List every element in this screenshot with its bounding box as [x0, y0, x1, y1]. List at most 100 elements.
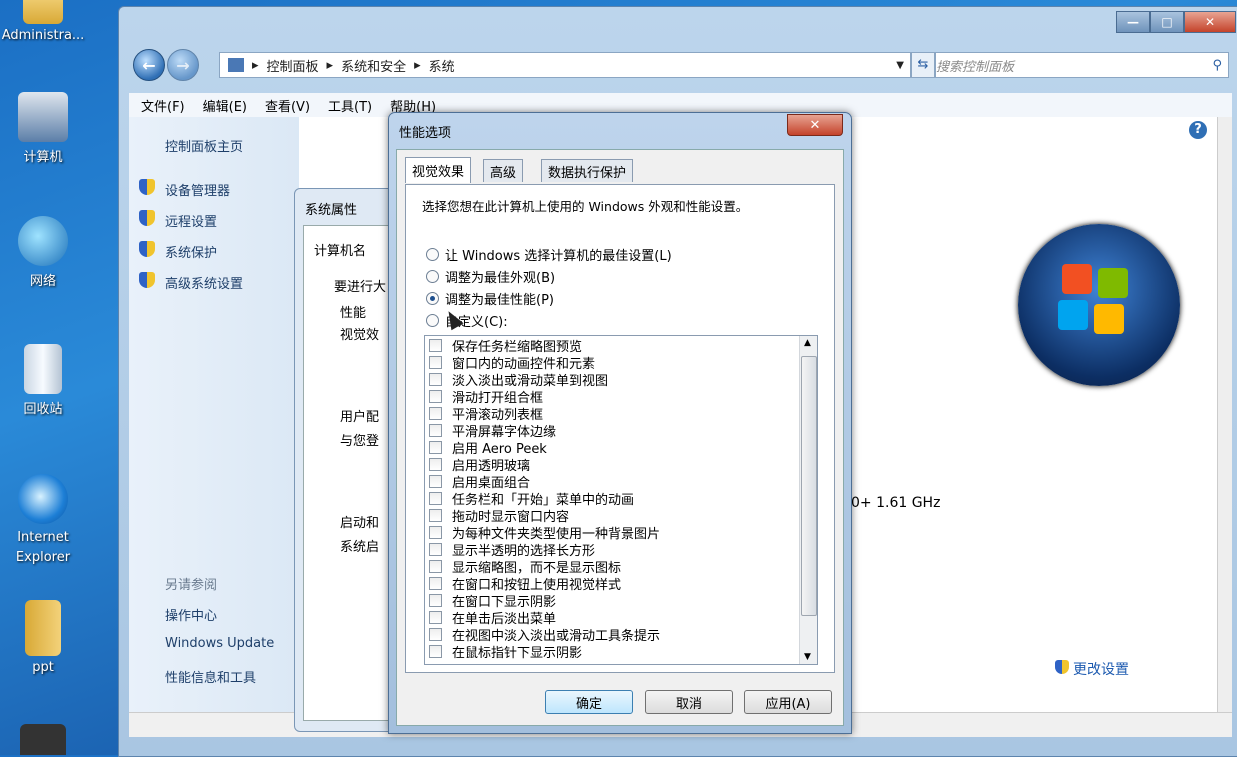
windows-update-link[interactable]: Windows Update	[165, 636, 274, 651]
desktop-icon-internet-explorer[interactable]: Internet Explorer	[0, 474, 86, 568]
tab-computer-name[interactable]: 计算机名	[314, 240, 366, 259]
list-item[interactable]: 在单击后淡出菜单	[429, 609, 556, 627]
list-item[interactable]: 任务栏和「开始」菜单中的动画	[429, 490, 634, 508]
list-item[interactable]: 在窗口下显示阴影	[429, 592, 556, 610]
list-item[interactable]: 淡入淡出或滑动菜单到视图	[429, 371, 608, 389]
checkbox[interactable]	[429, 407, 442, 420]
checkbox[interactable]	[429, 441, 442, 454]
list-item[interactable]: 显示缩略图，而不是显示图标	[429, 558, 621, 576]
menu-edit[interactable]: 编辑(E)	[203, 96, 247, 115]
help-icon[interactable]: ?	[1189, 121, 1207, 139]
checkbox[interactable]	[429, 339, 442, 352]
ok-button[interactable]: 确定	[545, 690, 633, 714]
system-protection-link[interactable]: 系统保护	[165, 242, 217, 261]
advanced-system-settings-link[interactable]: 高级系统设置	[165, 273, 243, 292]
list-item-label: 在鼠标指针下显示阴影	[452, 646, 583, 661]
menu-file[interactable]: 文件(F)	[141, 96, 185, 115]
checkbox[interactable]	[429, 458, 442, 471]
checkbox[interactable]	[429, 611, 442, 624]
scroll-down-icon[interactable]: ▼	[804, 652, 811, 662]
desktop-icon-label: 计算机	[23, 150, 63, 165]
checkbox[interactable]	[429, 492, 442, 505]
radio-button[interactable]	[426, 270, 439, 283]
checkbox[interactable]	[429, 628, 442, 641]
checkbox[interactable]	[429, 594, 442, 607]
menu-view[interactable]: 查看(V)	[265, 96, 310, 115]
breadcrumb-system[interactable]: 系统	[429, 56, 455, 75]
radio-custom[interactable]: 自定义(C):	[426, 311, 508, 330]
content-scrollbar[interactable]	[1217, 117, 1232, 712]
list-item[interactable]: 显示半透明的选择长方形	[429, 541, 595, 559]
checkbox[interactable]	[429, 577, 442, 590]
checkbox[interactable]	[429, 509, 442, 522]
checkbox[interactable]	[429, 645, 442, 658]
checkbox[interactable]	[429, 424, 442, 437]
list-item[interactable]: 启用桌面组合	[429, 473, 530, 491]
list-item[interactable]: 在鼠标指针下显示阴影	[429, 643, 583, 661]
checkbox[interactable]	[429, 390, 442, 403]
checkbox[interactable]	[429, 373, 442, 386]
minimize-button[interactable]: —	[1116, 11, 1150, 33]
performance-group-text: 视觉效	[340, 328, 380, 343]
close-button[interactable]: ✕	[787, 114, 843, 136]
radio-let-windows-choose[interactable]: 让 Windows 选择计算机的最佳设置(L)	[426, 245, 672, 264]
list-item[interactable]: 启用透明玻璃	[429, 456, 530, 474]
scroll-up-icon[interactable]: ▲	[804, 338, 811, 348]
list-scrollbar[interactable]: ▲ ▼	[799, 336, 817, 664]
change-settings-link[interactable]: 更改设置	[1073, 659, 1129, 679]
list-item[interactable]: 启用 Aero Peek	[429, 439, 547, 457]
scrollbar-thumb[interactable]	[801, 356, 817, 616]
breadcrumb-control-panel[interactable]: 控制面板	[267, 56, 319, 75]
radio-best-performance[interactable]: 调整为最佳性能(P)	[426, 289, 554, 308]
tab-data-execution-prevention[interactable]: 数据执行保护	[541, 159, 634, 182]
desktop-icon-network[interactable]: 网络	[0, 216, 86, 289]
control-panel-home-link[interactable]: 控制面板主页	[165, 136, 243, 155]
tab-advanced[interactable]: 高级	[483, 159, 524, 182]
breadcrumb-system-security[interactable]: 系统和安全	[341, 56, 406, 75]
startup-group-label: 启动和	[340, 516, 380, 531]
list-item[interactable]: 平滑滚动列表框	[429, 405, 543, 423]
list-item[interactable]: 为每种文件夹类型使用一种背景图片	[429, 524, 660, 542]
list-item[interactable]: 滑动打开组合框	[429, 388, 543, 406]
visual-effects-pane: 选择您想在此计算机上使用的 Windows 外观和性能设置。 让 Windows…	[405, 184, 835, 673]
back-button[interactable]: ←	[133, 49, 165, 81]
checkbox[interactable]	[429, 560, 442, 573]
performance-options-dialog: 性能选项 ✕ 视觉效果 高级 数据执行保护 选择您想在此计算机上使用的 Wind…	[388, 112, 852, 734]
action-center-link[interactable]: 操作中心	[165, 605, 217, 624]
checkbox[interactable]	[429, 475, 442, 488]
list-item[interactable]: 保存任务栏缩略图预览	[429, 337, 582, 355]
list-item[interactable]: 在窗口和按钮上使用视觉样式	[429, 575, 621, 593]
performance-tools-link[interactable]: 性能信息和工具	[165, 667, 256, 686]
refresh-button[interactable]: ⇆	[911, 52, 935, 78]
remote-settings-link[interactable]: 远程设置	[165, 211, 217, 230]
radio-button[interactable]	[426, 314, 439, 327]
forward-button[interactable]: →	[167, 49, 199, 81]
address-bar[interactable]: ▸ 控制面板 ▸ 系统和安全 ▸ 系统 ▼	[219, 52, 911, 78]
list-item[interactable]: 在视图中淡入淡出或滑动工具条提示	[429, 626, 660, 644]
camera-icon[interactable]	[20, 724, 66, 755]
maximize-button[interactable]: □	[1150, 11, 1184, 33]
desktop-icon-computer[interactable]: 计算机	[0, 92, 86, 165]
search-input[interactable]: 搜索控制面板 ⚲	[935, 52, 1229, 78]
device-manager-link[interactable]: 设备管理器	[165, 180, 230, 199]
cancel-button[interactable]: 取消	[645, 690, 733, 714]
apply-button[interactable]: 应用(A)	[744, 690, 832, 714]
close-button[interactable]: ✕	[1184, 11, 1236, 33]
list-item[interactable]: 拖动时显示窗口内容	[429, 507, 569, 525]
radio-button-selected[interactable]	[426, 292, 439, 305]
tab-visual-effects[interactable]: 视觉效果	[405, 157, 472, 183]
desktop-icon-administrator[interactable]: Administra...	[0, 0, 86, 43]
dialog-title: 系统属性	[305, 203, 358, 218]
desktop-icon-ppt[interactable]: ppt	[0, 600, 86, 675]
checkbox[interactable]	[429, 543, 442, 556]
list-item[interactable]: 窗口内的动画控件和元素	[429, 354, 595, 372]
list-item[interactable]: 平滑屏幕字体边缘	[429, 422, 556, 440]
visual-effects-list[interactable]: 保存任务栏缩略图预览 窗口内的动画控件和元素 淡入淡出或滑动菜单到视图 滑动打开…	[424, 335, 818, 665]
checkbox[interactable]	[429, 356, 442, 369]
checkbox[interactable]	[429, 526, 442, 539]
menu-tools[interactable]: 工具(T)	[328, 96, 372, 115]
radio-best-appearance[interactable]: 调整为最佳外观(B)	[426, 267, 555, 286]
chevron-down-icon[interactable]: ▼	[896, 60, 904, 71]
desktop-icon-recycle-bin[interactable]: 回收站	[0, 344, 86, 417]
radio-button[interactable]	[426, 248, 439, 261]
